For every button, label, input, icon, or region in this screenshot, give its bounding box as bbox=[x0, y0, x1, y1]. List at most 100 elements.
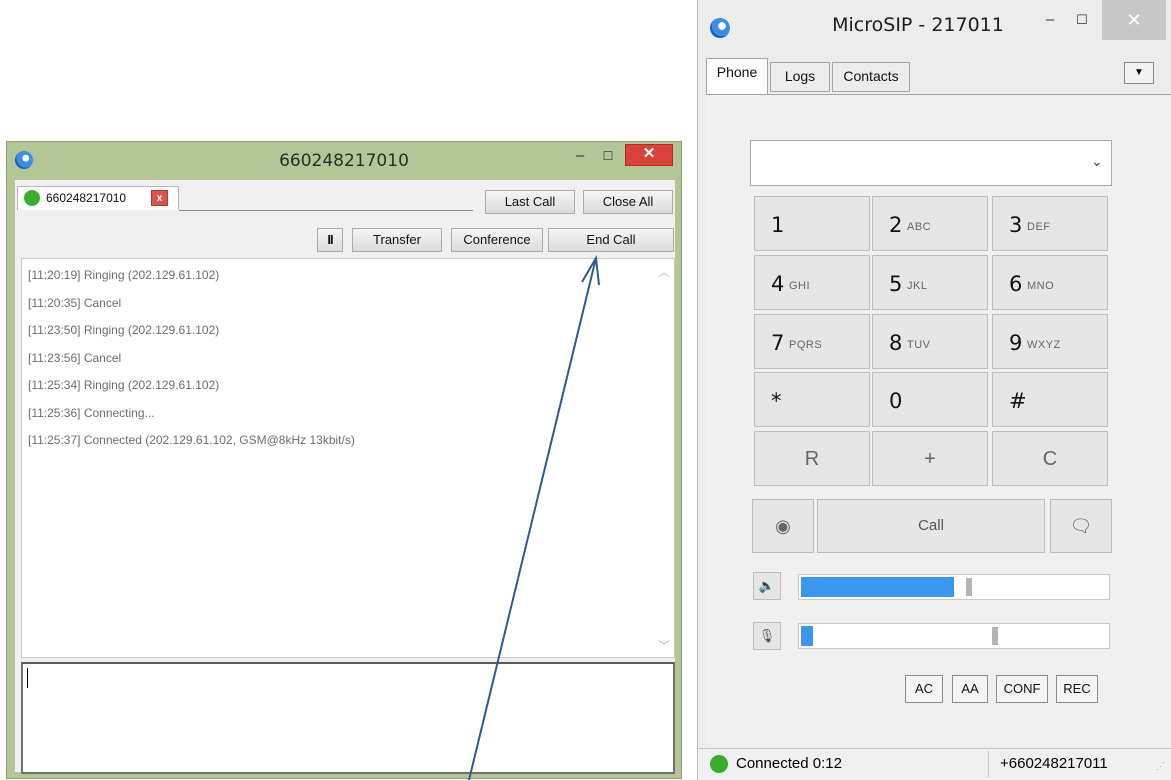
tab-phone[interactable]: Phone bbox=[706, 58, 768, 94]
log-line: [11:23:56] Cancel bbox=[28, 350, 122, 365]
transfer-button[interactable]: Transfer bbox=[352, 228, 442, 252]
log-line: [11:20:35] Cancel bbox=[28, 295, 122, 310]
conf-button[interactable]: CONF bbox=[996, 675, 1048, 703]
key-4[interactable]: 4 GHI bbox=[754, 255, 870, 310]
key-letters: TUV bbox=[907, 339, 931, 351]
key-digit: 7 bbox=[771, 331, 785, 355]
close-button[interactable]: ✕ bbox=[1102, 0, 1166, 40]
call-window-titlebar[interactable]: 660248217010 – ☐ ✕ bbox=[7, 142, 681, 180]
key-digit: 2 bbox=[889, 213, 903, 237]
text-caret bbox=[27, 668, 28, 688]
mic-level-fill bbox=[801, 626, 813, 646]
key-letters: PQRS bbox=[789, 339, 823, 351]
maximize-button[interactable]: ☐ bbox=[597, 146, 619, 168]
chevron-down-icon[interactable]: ⌄ bbox=[1091, 153, 1103, 170]
tab-logs[interactable]: Logs bbox=[770, 62, 830, 92]
chat-icon: 🗨 bbox=[1069, 516, 1093, 536]
key-digit: 9 bbox=[1009, 331, 1023, 355]
key-letters: JKL bbox=[907, 280, 928, 292]
speaker-volume-slider[interactable] bbox=[798, 574, 1110, 600]
key-plus[interactable]: + bbox=[872, 431, 988, 486]
status-phone-icon bbox=[710, 755, 728, 773]
last-call-button[interactable]: Last Call bbox=[485, 190, 575, 214]
message-input[interactable] bbox=[21, 662, 675, 774]
close-button[interactable]: ✕ bbox=[625, 144, 673, 166]
key-r-label: R bbox=[804, 448, 820, 470]
log-line: [11:25:37] Connected (202.129.61.102, GS… bbox=[28, 433, 355, 447]
video-button[interactable]: ◉ bbox=[752, 499, 814, 553]
status-number: +660248217011 bbox=[1000, 755, 1108, 772]
call-window: 660248217010 – ☐ ✕ 660248217010 x Last C… bbox=[6, 141, 682, 779]
maximize-button[interactable]: ☐ bbox=[1070, 10, 1094, 32]
key-3[interactable]: 3 DEF bbox=[992, 196, 1108, 251]
key-6[interactable]: 6 MNO bbox=[992, 255, 1108, 310]
resize-grip-icon[interactable]: ⋰ bbox=[1156, 761, 1165, 772]
call-active-icon bbox=[24, 190, 40, 206]
key-7[interactable]: 7 PQRS bbox=[754, 314, 870, 369]
key-9[interactable]: 9 WXYZ bbox=[992, 314, 1108, 369]
call-log[interactable]: [11:20:19] Ringing (202.129.61.102) [11:2… bbox=[21, 258, 675, 658]
tab-menu-dropdown[interactable]: ▼ bbox=[1124, 62, 1154, 84]
scroll-down-icon[interactable]: ﹀ bbox=[658, 637, 670, 654]
tab-call[interactable]: 660248217010 x bbox=[17, 186, 179, 210]
key-star[interactable]: * bbox=[754, 372, 870, 427]
speaker-level-fill bbox=[801, 577, 954, 597]
key-letters: WXYZ bbox=[1027, 339, 1061, 351]
close-tab-icon[interactable]: x bbox=[151, 190, 168, 206]
mic-mute-button[interactable]: 🎙 bbox=[753, 622, 781, 650]
status-divider bbox=[988, 751, 989, 777]
minimize-button[interactable]: – bbox=[569, 146, 591, 168]
number-input[interactable]: ⌄ bbox=[750, 140, 1112, 186]
mic-volume-slider[interactable] bbox=[798, 623, 1110, 649]
microsip-main-window: MicroSIP - 217011 – ☐ ✕ Phone Logs Conta… bbox=[697, 0, 1171, 780]
minimize-button[interactable]: – bbox=[1038, 10, 1062, 32]
triangle-down-icon: ▼ bbox=[1134, 67, 1144, 78]
log-line: [11:25:34] Ringing (202.129.61.102) bbox=[28, 378, 220, 392]
key-letters: ABC bbox=[907, 221, 932, 233]
aa-button[interactable]: AA bbox=[952, 675, 988, 703]
conference-button[interactable]: Conference bbox=[451, 228, 543, 252]
tab-divider bbox=[179, 210, 473, 211]
scroll-up-icon[interactable]: ︿ bbox=[658, 263, 670, 280]
close-all-button[interactable]: Close All bbox=[583, 190, 673, 214]
key-digit: 5 bbox=[889, 272, 903, 296]
key-8[interactable]: 8 TUV bbox=[872, 314, 988, 369]
message-button[interactable]: 🗨 bbox=[1050, 499, 1112, 553]
ac-button[interactable]: AC bbox=[905, 675, 943, 703]
log-line: [11:23:50] Ringing (202.129.61.102) bbox=[28, 323, 220, 337]
call-log-lines: [11:20:19] Ringing (202.129.61.102) [11:2… bbox=[28, 267, 674, 460]
speaker-icon: 🔈 bbox=[758, 578, 776, 593]
log-line: [11:20:19] Ringing (202.129.61.102) bbox=[28, 268, 220, 282]
rec-button[interactable]: REC bbox=[1056, 675, 1098, 703]
tab-contacts[interactable]: Contacts bbox=[832, 62, 910, 92]
call-button[interactable]: Call bbox=[817, 499, 1045, 553]
key-letters: DEF bbox=[1027, 221, 1051, 233]
key-letters: GHI bbox=[789, 280, 811, 292]
key-hash[interactable]: # bbox=[992, 372, 1108, 427]
mic-volume-thumb[interactable] bbox=[992, 627, 998, 645]
key-5[interactable]: 5 JKL bbox=[872, 255, 988, 310]
key-0[interactable]: 0 bbox=[872, 372, 988, 427]
key-digit: 8 bbox=[889, 331, 903, 355]
key-1[interactable]: 1 bbox=[754, 196, 870, 251]
hold-button[interactable]: II bbox=[317, 228, 343, 252]
webcam-icon: ◉ bbox=[775, 516, 791, 536]
key-digit: 3 bbox=[1009, 213, 1023, 237]
key-letters: MNO bbox=[1027, 280, 1055, 292]
status-bar: Connected 0:12 +660248217011 ⋰ bbox=[698, 748, 1171, 780]
speaker-volume-thumb[interactable] bbox=[966, 578, 972, 596]
status-text: Connected 0:12 bbox=[736, 755, 842, 772]
microphone-icon: 🎙 bbox=[758, 628, 776, 643]
key-r[interactable]: R bbox=[754, 431, 870, 486]
key-digit: 6 bbox=[1009, 272, 1023, 296]
key-digit: 4 bbox=[771, 272, 785, 296]
key-digit: * bbox=[771, 389, 782, 413]
key-plus-label: + bbox=[924, 448, 936, 470]
speaker-mute-button[interactable]: 🔈 bbox=[753, 572, 781, 600]
tab-call-label: 660248217010 bbox=[46, 191, 127, 205]
key-clear[interactable]: C bbox=[992, 431, 1108, 486]
key-2[interactable]: 2 ABC bbox=[872, 196, 988, 251]
call-window-client: 660248217010 x Last Call Close All II Tr… bbox=[15, 180, 675, 774]
end-call-button[interactable]: End Call bbox=[548, 228, 674, 252]
key-digit: 0 bbox=[889, 389, 903, 413]
